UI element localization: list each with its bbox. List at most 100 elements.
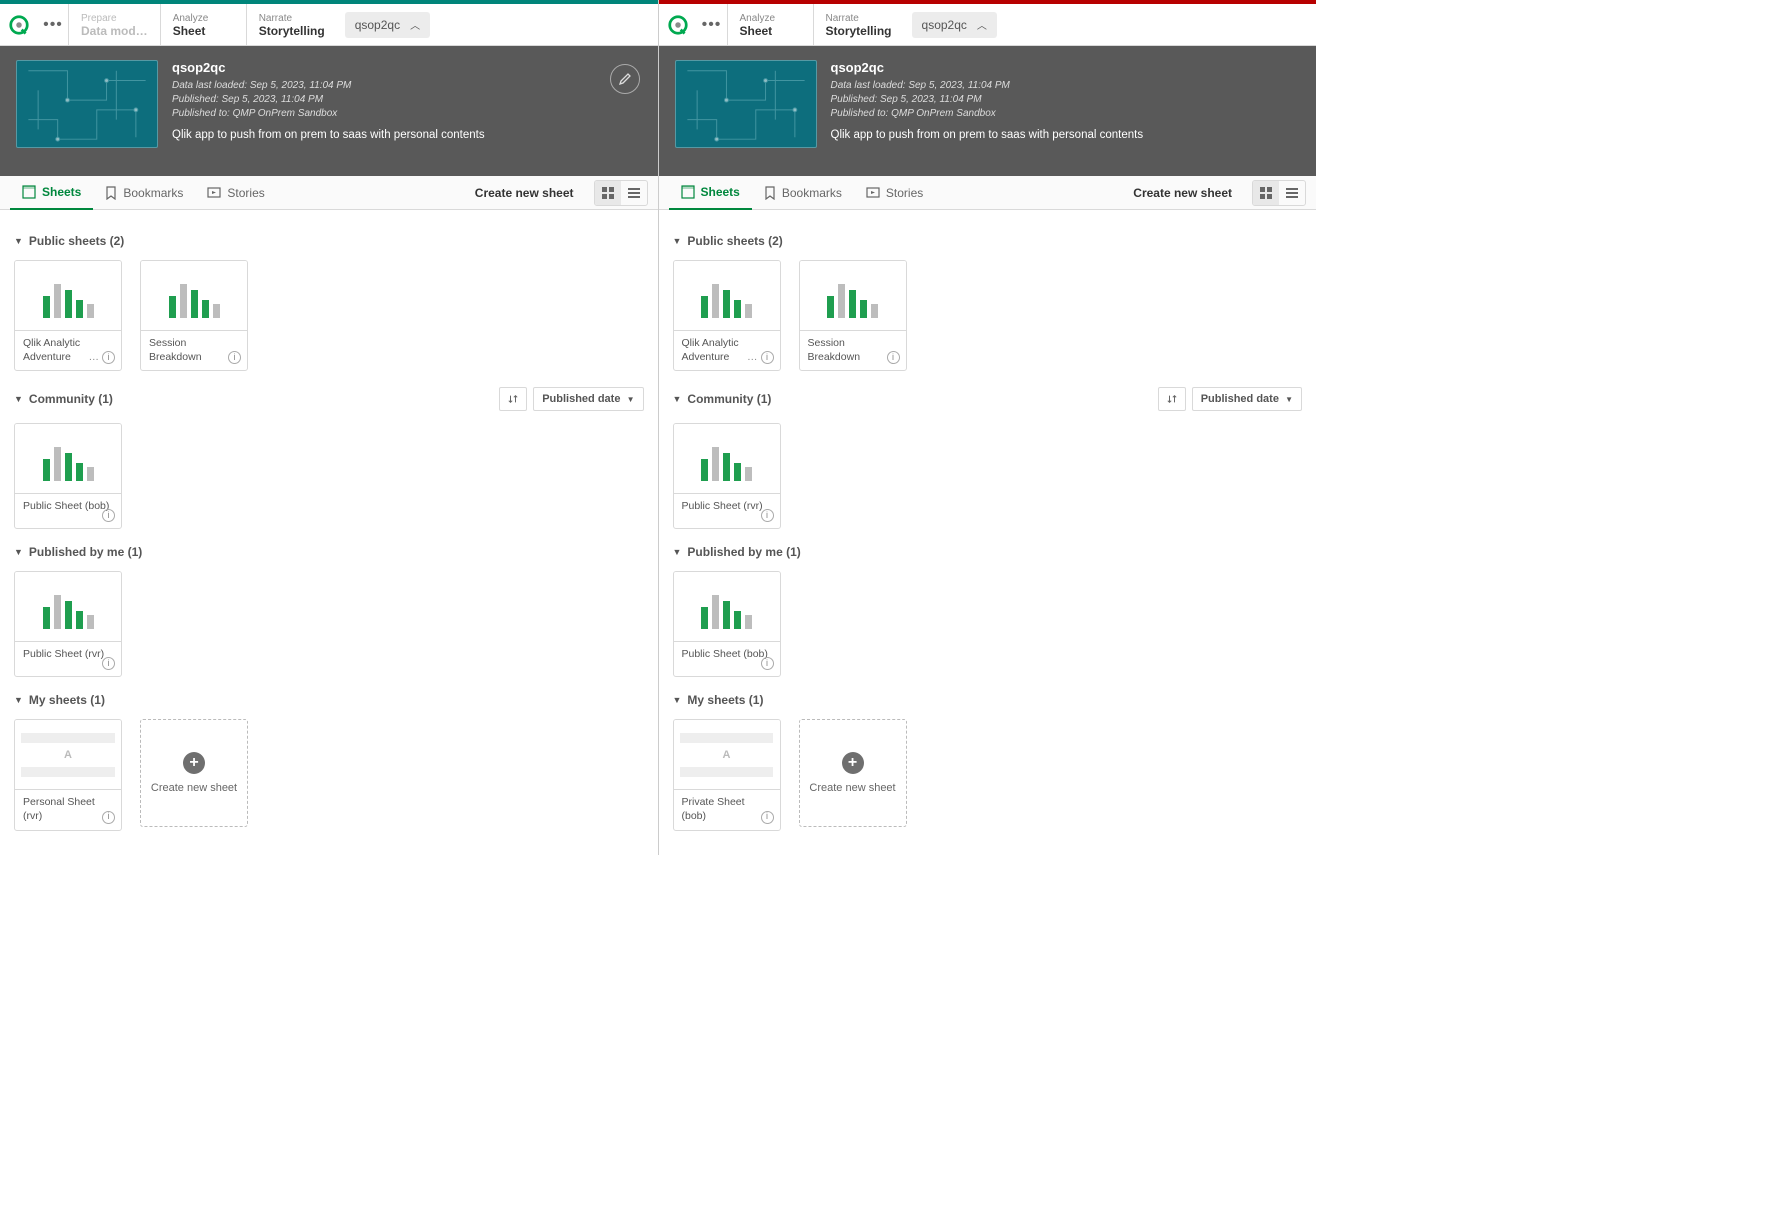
sheet-card[interactable]: A Private Sheet (bob) i xyxy=(673,719,781,830)
nav-analyze[interactable]: Analyze Sheet xyxy=(160,4,246,45)
collapse-triangle-icon: ▼ xyxy=(673,695,682,705)
sheet-card[interactable]: Session Breakdown i xyxy=(799,260,907,371)
info-icon[interactable]: i xyxy=(102,351,115,364)
info-icon[interactable]: i xyxy=(228,351,241,364)
sheet-thumb xyxy=(141,261,247,331)
create-new-sheet-link[interactable]: Create new sheet xyxy=(463,186,586,200)
info-icon[interactable]: i xyxy=(102,509,115,522)
section-header[interactable]: ▼ Public sheets (2) xyxy=(673,228,1303,254)
tab-stories[interactable]: Stories xyxy=(195,176,276,209)
info-icon[interactable]: i xyxy=(887,351,900,364)
sheet-card-label: Private Sheet (bob) i xyxy=(674,790,780,829)
sheet-thumb xyxy=(800,261,906,331)
app-thumbnail xyxy=(16,60,158,148)
list-view-button[interactable] xyxy=(1279,181,1305,205)
qlik-logo[interactable] xyxy=(0,4,38,45)
section-title: Published by me (1) xyxy=(29,545,142,559)
tab-stories[interactable]: Stories xyxy=(854,176,935,209)
list-view-button[interactable] xyxy=(621,181,647,205)
app-selector[interactable]: qsop2qc ︿ xyxy=(345,12,430,38)
section-header[interactable]: ▼ My sheets (1) xyxy=(14,687,644,713)
section-header[interactable]: ▼ My sheets (1) xyxy=(673,687,1303,713)
create-new-sheet-card[interactable]: + Create new sheet xyxy=(799,719,907,827)
collapse-triangle-icon: ▼ xyxy=(673,236,682,246)
qlik-logo[interactable] xyxy=(659,4,697,45)
blank-sheet-thumb: A xyxy=(15,720,121,790)
collapse-triangle-icon: ▼ xyxy=(14,547,23,557)
create-new-sheet-label: Create new sheet xyxy=(809,782,895,794)
grid-view-button[interactable] xyxy=(1253,181,1279,205)
nav-narrate[interactable]: Narrate Storytelling xyxy=(246,4,337,45)
section-header[interactable]: ▼ Community (1) Published date ▼ xyxy=(673,381,1303,417)
sheet-card[interactable]: Public Sheet (bob) i xyxy=(14,423,122,529)
more-ellipsis: … xyxy=(89,351,100,365)
tab-sheets[interactable]: Sheets xyxy=(669,177,752,210)
sheet-thumb xyxy=(674,424,780,494)
section-header[interactable]: ▼ Published by me (1) xyxy=(14,539,644,565)
meta-published-to: Published to: QMP OnPrem Sandbox xyxy=(831,107,1144,121)
section-title: Published by me (1) xyxy=(687,545,800,559)
collapse-triangle-icon: ▼ xyxy=(673,394,682,404)
app-title: qsop2qc xyxy=(831,60,1144,75)
plus-icon: + xyxy=(842,752,864,774)
info-icon[interactable]: i xyxy=(102,657,115,670)
sort-direction-button[interactable] xyxy=(499,387,527,411)
collapse-triangle-icon: ▼ xyxy=(673,547,682,557)
meta-published: Published: Sep 5, 2023, 11:04 PM xyxy=(172,93,485,107)
app-title: qsop2qc xyxy=(172,60,485,75)
blank-sheet-thumb: A xyxy=(674,720,780,790)
info-icon[interactable]: i xyxy=(761,657,774,670)
section-header[interactable]: ▼ Public sheets (2) xyxy=(14,228,644,254)
nav-narrate[interactable]: Narrate Storytelling xyxy=(813,4,904,45)
sheet-card[interactable]: Public Sheet (bob) i xyxy=(673,571,781,677)
sheet-thumb xyxy=(674,261,780,331)
view-toggle xyxy=(1252,180,1306,206)
sort-field-select[interactable]: Published date ▼ xyxy=(1192,387,1302,411)
sheet-card-label: Session Breakdown i xyxy=(800,331,906,370)
top-nav: ••• Analyze Sheet Narrate Storytelling q… xyxy=(659,4,1317,46)
app-hero: qsop2qc Data last loaded: Sep 5, 2023, 1… xyxy=(659,46,1317,176)
sort-field-select[interactable]: Published date ▼ xyxy=(533,387,643,411)
sheet-card-label: Session Breakdown i xyxy=(141,331,247,370)
app-description: Qlik app to push from on prem to saas wi… xyxy=(831,129,1144,141)
section-title: Community (1) xyxy=(29,392,113,406)
sheet-card-label: Public Sheet (bob) i xyxy=(15,494,121,528)
nav-analyze[interactable]: Analyze Sheet xyxy=(727,4,813,45)
create-new-sheet-label: Create new sheet xyxy=(151,782,237,794)
meta-loaded: Data last loaded: Sep 5, 2023, 11:04 PM xyxy=(831,79,1144,93)
section-header[interactable]: ▼ Community (1) Published date ▼ xyxy=(14,381,644,417)
app-hero: qsop2qc Data last loaded: Sep 5, 2023, 1… xyxy=(0,46,658,176)
app-description: Qlik app to push from on prem to saas wi… xyxy=(172,129,485,141)
sheet-card[interactable]: A Personal Sheet (rvr) i xyxy=(14,719,122,830)
sheet-card[interactable]: Qlik Analytic Adventure … i xyxy=(673,260,781,371)
tab-sheets[interactable]: Sheets xyxy=(10,177,93,210)
sheet-card[interactable]: Session Breakdown i xyxy=(140,260,248,371)
app-selector[interactable]: qsop2qc ︿ xyxy=(912,12,997,38)
section-title: Public sheets (2) xyxy=(29,234,124,248)
tab-bookmarks[interactable]: Bookmarks xyxy=(93,176,195,209)
tab-bookmarks[interactable]: Bookmarks xyxy=(752,176,854,209)
info-icon[interactable]: i xyxy=(761,351,774,364)
sheet-thumb xyxy=(674,572,780,642)
meta-published: Published: Sep 5, 2023, 11:04 PM xyxy=(831,93,1144,107)
edit-button[interactable] xyxy=(610,64,640,94)
sort-direction-button[interactable] xyxy=(1158,387,1186,411)
sheet-card[interactable]: Public Sheet (rvr) i xyxy=(673,423,781,529)
view-toggle xyxy=(594,180,648,206)
grid-view-button[interactable] xyxy=(595,181,621,205)
sheet-card-label: Public Sheet (bob) i xyxy=(674,642,780,676)
info-icon[interactable]: i xyxy=(102,811,115,824)
create-new-sheet-link[interactable]: Create new sheet xyxy=(1121,186,1244,200)
create-new-sheet-card[interactable]: + Create new sheet xyxy=(140,719,248,827)
tabs-row: Sheets Bookmarks Stories Create new shee… xyxy=(659,176,1317,210)
global-menu[interactable]: ••• xyxy=(38,4,68,45)
section-title: Community (1) xyxy=(687,392,771,406)
nav-prepare[interactable]: Prepare Data mod… xyxy=(68,4,160,45)
section-header[interactable]: ▼ Published by me (1) xyxy=(673,539,1303,565)
info-icon[interactable]: i xyxy=(761,509,774,522)
section-title: Public sheets (2) xyxy=(687,234,782,248)
sheet-card[interactable]: Qlik Analytic Adventure … i xyxy=(14,260,122,371)
sheet-card[interactable]: Public Sheet (rvr) i xyxy=(14,571,122,677)
global-menu[interactable]: ••• xyxy=(697,4,727,45)
info-icon[interactable]: i xyxy=(761,811,774,824)
